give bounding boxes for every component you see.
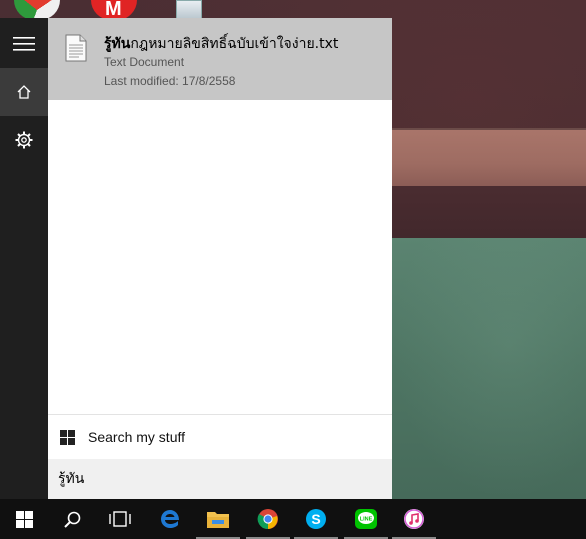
search-input[interactable] (58, 467, 378, 491)
result-title-rest: กฎหมายลิขสิทธิ์ฉบับเข้าใจง่าย.txt (130, 36, 339, 52)
wallpaper-band (392, 186, 586, 238)
wallpaper-band (392, 130, 586, 186)
result-title-match: รู้ทัน (104, 36, 131, 52)
result-file-type: Text Document (104, 55, 185, 69)
hamburger-menu-icon (13, 37, 35, 51)
search-box (48, 459, 392, 499)
settings-button[interactable] (0, 116, 48, 164)
taskbar-edge[interactable] (146, 499, 194, 539)
taskbar-chrome[interactable] (244, 499, 292, 539)
menu-button[interactable] (0, 20, 48, 68)
taskbar-line[interactable]: LINE (342, 499, 390, 539)
desktop-document-icon[interactable] (176, 0, 202, 20)
svg-text:LINE: LINE (360, 517, 373, 523)
taskbar: S LINE (0, 499, 586, 539)
task-view-button[interactable] (96, 499, 144, 539)
taskbar-itunes[interactable] (390, 499, 438, 539)
start-button[interactable] (0, 499, 48, 539)
search-my-stuff-button[interactable]: Search my stuff (48, 415, 392, 459)
skype-icon: S (306, 509, 326, 529)
taskbar-skype[interactable]: S (292, 499, 340, 539)
home-icon (17, 85, 31, 99)
line-icon: LINE (355, 509, 377, 529)
search-icon (63, 511, 80, 528)
result-title: รู้ทันกฎหมายลิขสิทธิ์ฉบับเข้าใจง่าย.txt (104, 33, 338, 55)
svg-text:S: S (311, 511, 320, 527)
text-file-icon (65, 34, 87, 62)
windows-logo-icon (60, 430, 75, 445)
taskbar-search-button[interactable] (48, 499, 96, 539)
home-button[interactable] (0, 68, 48, 116)
taskbar-file-explorer[interactable] (194, 499, 242, 539)
windows-start-icon (15, 510, 33, 528)
chrome-icon (257, 509, 278, 530)
search-result-item[interactable]: รู้ทันกฎหมายลิขสิทธิ์ฉบับเข้าใจง่าย.txt … (48, 18, 392, 100)
task-view-icon (109, 511, 131, 527)
wallpaper-band (392, 238, 586, 499)
result-last-modified: Last modified: 17/8/2558 (104, 74, 236, 88)
edge-icon (161, 510, 179, 528)
search-flyout: รู้ทันกฎหมายลิขสิทธิ์ฉบับเข้าใจง่าย.txt … (48, 18, 392, 499)
search-my-stuff-label: Search my stuff (88, 429, 186, 445)
itunes-icon (404, 509, 424, 529)
gear-icon (15, 131, 33, 149)
start-rail (0, 18, 48, 499)
file-explorer-icon (207, 512, 229, 528)
